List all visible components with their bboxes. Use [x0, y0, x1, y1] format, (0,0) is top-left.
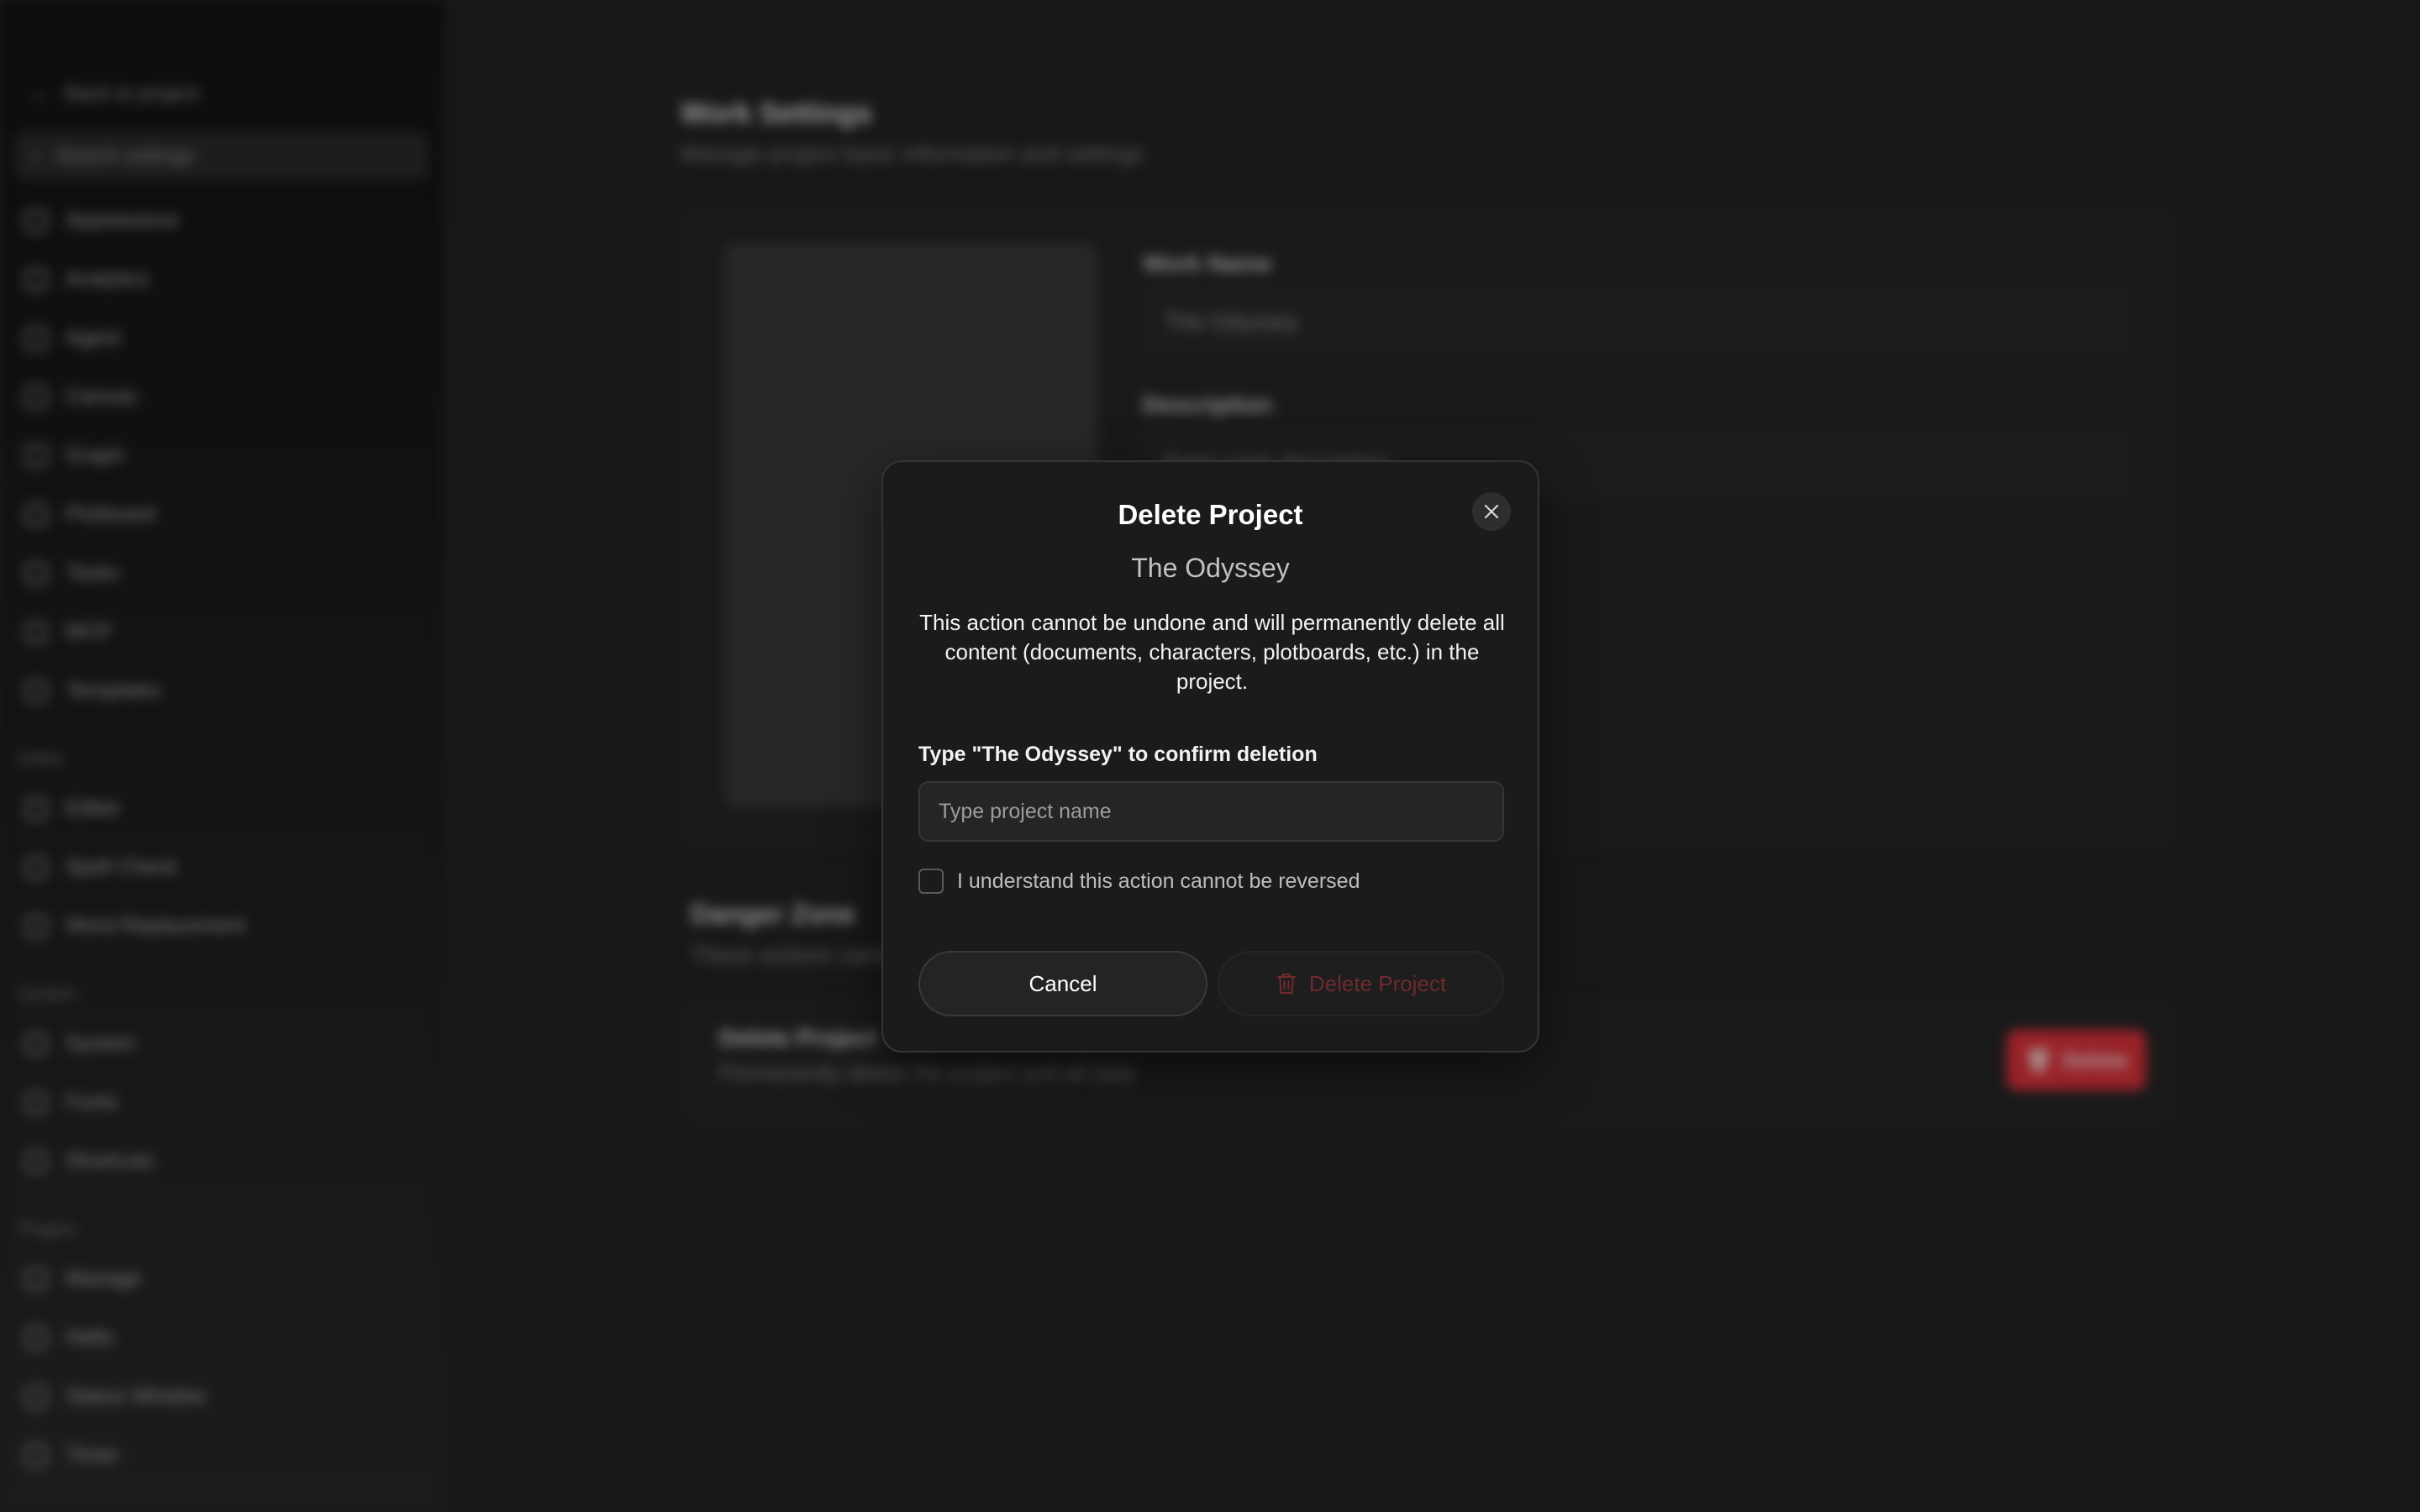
acknowledge-row[interactable]: I understand this action cannot be rever… [918, 869, 1360, 894]
dialog-project-name: The Odyssey [1131, 553, 1290, 583]
delete-project-button[interactable]: Delete Project [1218, 951, 1504, 1016]
delete-project-label: Delete Project [1308, 970, 1447, 996]
delete-project-dialog: Delete Project The Odyssey This action c… [881, 460, 1539, 1053]
dialog-warning-text: This action cannot be undone and will pe… [919, 610, 1505, 694]
dialog-title: Delete Project [1118, 499, 1303, 530]
acknowledge-label[interactable]: I understand this action cannot be rever… [957, 869, 1360, 894]
close-button[interactable] [1472, 492, 1511, 531]
confirm-project-name-input[interactable] [918, 781, 1504, 842]
cancel-button[interactable]: Cancel [918, 951, 1207, 1016]
acknowledge-checkbox[interactable] [918, 869, 944, 894]
close-icon [1484, 504, 1499, 519]
trash-icon [1276, 973, 1296, 995]
confirm-label: Type "The Odyssey" to confirm deletion [918, 743, 1318, 766]
